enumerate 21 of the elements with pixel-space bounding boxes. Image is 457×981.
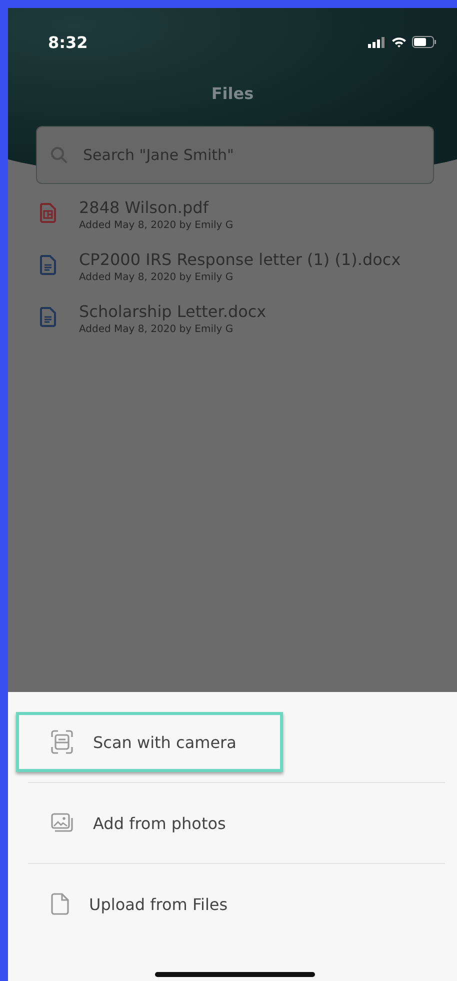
file-name: Scholarship Letter.docx (79, 302, 266, 321)
file-icon (51, 893, 69, 915)
status-time: 8:32 (48, 32, 88, 52)
sheet-option[interactable]: Scan with camera (16, 712, 283, 772)
search-field[interactable]: Search "Jane Smith" (36, 126, 434, 184)
file-meta: Added May 8, 2020 by Emily G (79, 220, 234, 231)
sheet-option[interactable]: Add from photos (16, 793, 445, 853)
document-icon (40, 203, 56, 223)
file-name: CP2000 IRS Response letter (1) (1).docx (79, 250, 401, 269)
file-name: 2848 Wilson.pdf (79, 198, 210, 217)
image-icon (51, 813, 73, 833)
signal-icon (368, 36, 386, 48)
file-meta: Added May 8, 2020 by Emily G (79, 324, 234, 335)
screen-title: Files (210, 84, 255, 103)
wifi-icon (391, 36, 407, 48)
file-meta: Added May 8, 2020 by Emily G (79, 272, 234, 283)
document-icon (40, 255, 56, 275)
scan-icon (51, 730, 73, 754)
document-icon (40, 307, 56, 327)
sheet-option[interactable]: Upload from Files (16, 874, 445, 934)
battery-icon (412, 36, 437, 48)
